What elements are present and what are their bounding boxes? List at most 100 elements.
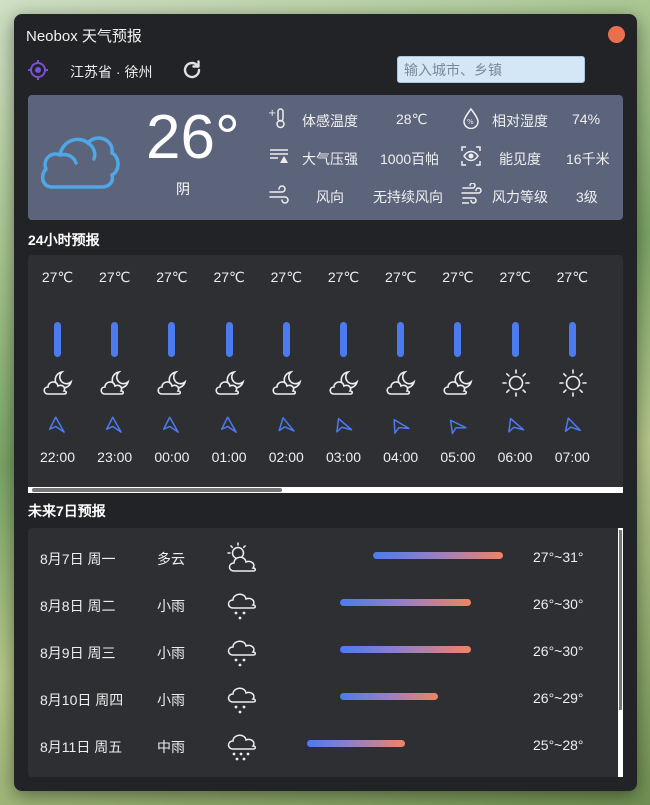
partly-cloudy-icon [224,541,258,575]
light-rain-icon [224,588,258,622]
hour-time: 01:00 [211,449,247,465]
hour-time: 04:00 [383,449,419,465]
hour-item: 27℃ 00:00 [143,255,200,491]
hour-item: 27℃ 06:00 [487,255,544,491]
hour-time: 06:00 [497,449,533,465]
daily-scrollbar[interactable] [618,528,623,777]
sun-icon [557,368,589,398]
location-bar: 江苏省 · 徐州 [14,54,637,88]
hour-temperature: 27℃ [327,269,360,285]
hour-temperature-bar [568,322,576,357]
wind-arrow-icon [102,414,129,441]
hour-temperature-bar [168,322,176,357]
wind-arrow-icon [216,414,243,441]
hour-time: 07:00 [554,449,590,465]
hour-temperature: 27℃ [156,269,188,285]
cloud-icon [40,136,120,189]
hour-item: 27℃ 23:00 [86,255,143,491]
day-condition: 小雨 [157,598,185,614]
svg-text:%: % [467,118,474,126]
wind-arrow-icon [503,415,528,439]
daily-row: 8月11日 周五 中雨 25°~28° [28,725,623,772]
temperature-range-bar [372,552,504,559]
daily-row: 8月7日 周一 多云 27°~31° [28,537,623,584]
day-condition: 中雨 [157,739,185,755]
close-button[interactable] [608,26,625,43]
day-temperature-range: 26°~30° [533,596,584,612]
visibility-label: 能见度 [499,151,541,167]
wind-arrow-icon [448,417,469,437]
temperature-range-bar [307,740,406,747]
hour-temperature: 27℃ [556,269,588,285]
day-date: 8月8日 周二 [40,598,116,614]
day-condition: 小雨 [157,645,185,661]
daily-scrollbar-thumb[interactable] [619,530,622,710]
weather-window: Neobox 天气预报 江苏省 · 徐州 26° 阴 + [14,14,637,791]
feels-like-value: 28℃ [396,111,428,127]
city-search-input[interactable] [397,56,585,83]
hour-time: 00:00 [154,449,190,465]
hour-item: 27℃ 02:00 [258,255,315,491]
moon-cloud-icon [214,368,246,398]
wind-arrow-icon [159,414,186,441]
sun-icon [500,368,532,398]
temperature-range-bar [340,693,438,700]
wind-arrow-icon [45,414,72,441]
day-date: 8月10日 周四 [40,692,124,708]
moon-cloud-icon [156,368,188,398]
hour-item: 27℃ 01:00 [201,255,258,491]
moon-cloud-icon [328,368,360,398]
wind-arrow-icon [390,416,413,437]
day-condition: 多云 [157,551,185,567]
daily-forecast-panel[interactable]: 8月7日 周一 多云 27°~31° 8月8日 周二 小雨 26°~30° 8月9日 周三小… [28,528,623,777]
locate-icon[interactable] [28,60,48,80]
day-date: 8月7日 周一 [40,551,116,567]
hour-time: 05:00 [440,449,476,465]
pressure-label: 大气压强 [302,151,358,167]
hourly-scrollbar-thumb[interactable] [32,488,282,492]
daily-section-title: 未来7日预报 [28,503,106,519]
hourly-scrollbar[interactable] [28,487,623,493]
hour-item: 27℃ 05:00 [429,255,486,491]
refresh-icon[interactable] [180,58,204,82]
humidity-icon: % [463,107,479,129]
hour-time: 02:00 [268,449,304,465]
current-weather-panel: 26° 阴 + 体感温度 28℃ % 相对湿度 74% 大气压强 1000百帕 [28,95,623,220]
light-rain-icon [224,682,258,716]
daily-row: 8月10日 周四 小雨 26°~29° [28,678,623,725]
visibility-value: 16千米 [566,151,610,167]
visibility-icon [461,146,481,166]
location-name: 江苏省 · 徐州 [70,64,153,80]
wind-direction-value: 无持续风向 [373,189,443,205]
wind-arrow-icon [332,415,357,439]
hour-temperature-bar [54,322,61,357]
feels-like-label: 体感温度 [302,113,358,129]
day-date: 8月11日 周五 [40,739,123,755]
humidity-value: 74% [572,111,601,127]
day-temperature-range: 27°~31° [533,549,584,565]
daily-row: 8月9日 周三 小雨 26°~30° [28,631,623,678]
hour-temperature: 27℃ [385,269,417,285]
hour-item: 27℃ 07:00 [544,255,601,491]
moon-cloud-icon [99,368,131,398]
hour-temperature: 27℃ [270,269,302,285]
hour-temperature-bar [111,322,119,357]
title-bar: Neobox 天气预报 [14,14,637,54]
hour-item: 27℃ 03:00 [315,255,372,491]
hour-temperature: 27℃ [442,269,474,285]
wind-level-icon [461,183,482,204]
temperature-range-bar [340,599,471,606]
hour-temperature-bar [225,322,233,357]
moon-cloud-icon [442,368,474,398]
wind-arrow-icon [560,415,586,440]
hour-time: 22:00 [39,449,76,465]
hour-temperature-bar [397,322,405,357]
day-date: 8月9日 周三 [40,645,116,661]
moon-cloud-icon [271,368,303,398]
moderate-rain-icon [224,729,258,763]
hour-item: 27℃ 04:00 [372,255,429,491]
hourly-forecast-panel[interactable]: 27℃ 22:00 27℃ 23:00 27℃ 00:00 27℃ 01:00 27℃ 02:00… [28,255,623,491]
humidity-label: 相对湿度 [492,113,548,129]
hour-time: 23:00 [97,449,133,465]
current-condition: 阴 [176,181,190,197]
